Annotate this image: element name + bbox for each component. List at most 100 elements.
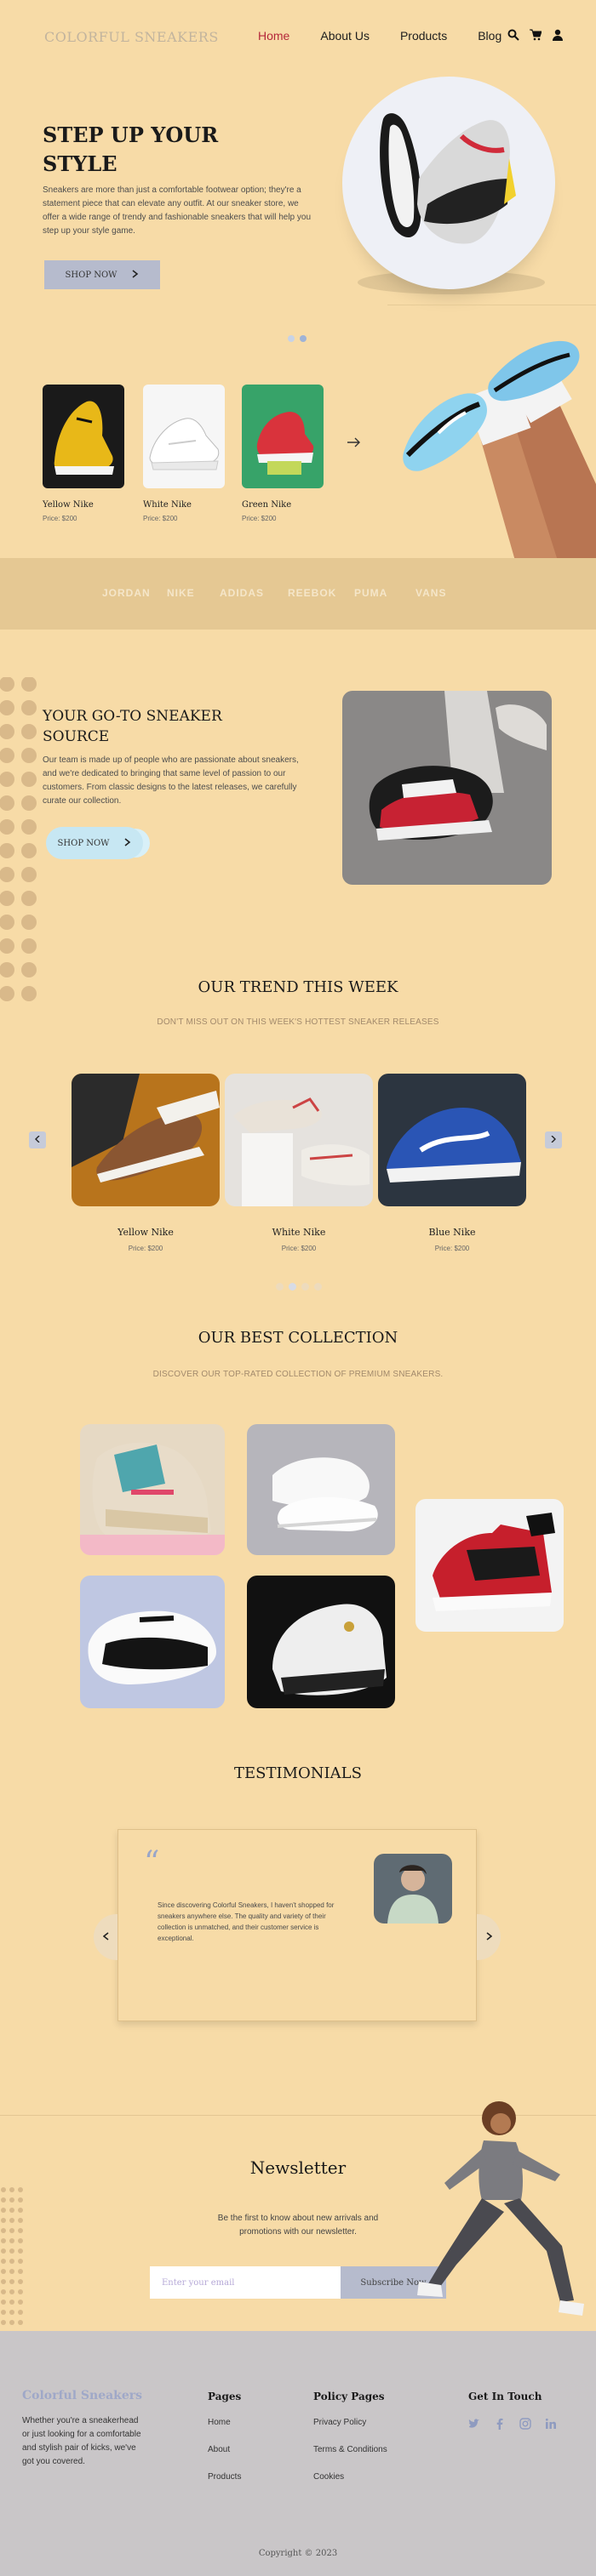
newsletter-text: Be the first to know about new arrivals … bbox=[217, 2214, 379, 2237]
trend-name: Blue Nike bbox=[428, 1227, 476, 1238]
footer-logo[interactable]: Colorful Sneakers bbox=[22, 2389, 142, 2402]
product-price: Price: $200 bbox=[43, 515, 77, 522]
hero-side-image bbox=[387, 305, 596, 561]
testimonial-avatar bbox=[374, 1854, 452, 1923]
hero-image bbox=[342, 77, 555, 289]
footer-link-about[interactable]: About bbox=[208, 2445, 230, 2454]
facebook-icon[interactable] bbox=[494, 2418, 506, 2430]
trend-card[interactable]: Blue Nike Price: $200 bbox=[378, 1074, 526, 1252]
footer-link-privacy[interactable]: Privacy Policy bbox=[313, 2418, 366, 2427]
email-field[interactable] bbox=[150, 2266, 341, 2299]
product-card[interactable]: Yellow Nike Price: $200 bbox=[43, 385, 124, 522]
chevron-right-icon bbox=[486, 1931, 492, 1943]
footer-link-products[interactable]: Products bbox=[208, 2472, 241, 2482]
carousel-dot[interactable] bbox=[276, 1283, 284, 1291]
arrow-right-icon[interactable] bbox=[347, 434, 361, 452]
trend-price: Price: $200 bbox=[281, 1245, 317, 1252]
product-image-yellow-nike bbox=[43, 385, 124, 488]
footer-policy-title: Policy Pages bbox=[313, 2391, 385, 2402]
decorative-dot-grid bbox=[0, 676, 48, 1022]
nav-about-us[interactable]: About Us bbox=[320, 29, 370, 43]
about-image bbox=[342, 691, 552, 885]
trend-name: White Nike bbox=[272, 1227, 326, 1238]
nav-home[interactable]: Home bbox=[258, 29, 289, 43]
product-price: Price: $200 bbox=[143, 515, 178, 522]
brand-logo: PUMA bbox=[354, 587, 388, 599]
search-icon[interactable] bbox=[507, 29, 519, 41]
brand-logo: ADIDAS bbox=[220, 587, 265, 599]
social-links bbox=[468, 2418, 557, 2430]
trend-image-blue-nike bbox=[378, 1074, 526, 1206]
product-card[interactable]: Green Nike Price: $200 bbox=[242, 385, 324, 522]
carousel-dot[interactable] bbox=[288, 335, 295, 342]
trend-name: Yellow Nike bbox=[117, 1227, 174, 1238]
product-price: Price: $200 bbox=[242, 515, 277, 522]
brand-logo: NIKE bbox=[167, 587, 195, 599]
hero-shop-now-button[interactable]: SHOP NOW bbox=[44, 260, 160, 289]
carousel-prev-button[interactable] bbox=[29, 1131, 46, 1148]
collection-image[interactable] bbox=[80, 1576, 225, 1708]
collection-image[interactable] bbox=[247, 1424, 395, 1555]
user-icon[interactable] bbox=[552, 29, 564, 41]
collection-image[interactable] bbox=[415, 1499, 564, 1632]
product-name: Green Nike bbox=[242, 500, 292, 510]
carousel-next-button[interactable] bbox=[545, 1131, 562, 1148]
collection-title: OUR BEST COLLECTION bbox=[198, 1329, 398, 1347]
trend-price: Price: $200 bbox=[128, 1245, 163, 1252]
footer-touch-title: Get In Touch bbox=[468, 2391, 542, 2402]
newsletter-model-image bbox=[393, 2089, 596, 2340]
linkedin-icon[interactable] bbox=[545, 2418, 557, 2430]
product-name: Yellow Nike bbox=[43, 500, 94, 510]
footer-description: Whether you're a sneakerhead or just loo… bbox=[22, 2416, 141, 2466]
testimonial-card: “ Since discovering Colorful Sneakers, I… bbox=[117, 1829, 477, 2021]
product-name: White Nike bbox=[143, 500, 192, 510]
chevron-left-icon bbox=[102, 1931, 109, 1943]
product-image-green-nike bbox=[242, 385, 324, 488]
twitter-icon[interactable] bbox=[468, 2418, 480, 2430]
instagram-icon[interactable] bbox=[519, 2418, 531, 2430]
trend-price: Price: $200 bbox=[434, 1245, 470, 1252]
carousel-dot-active[interactable] bbox=[300, 335, 307, 342]
cart-icon[interactable] bbox=[530, 29, 542, 41]
product-card[interactable]: White Nike Price: $200 bbox=[143, 385, 225, 522]
brand-logo: VANS bbox=[415, 587, 447, 599]
logo[interactable]: COLORFUL SNEAKERS bbox=[44, 29, 219, 45]
about-title: YOUR GO-TO SNEAKER SOURCE bbox=[43, 708, 222, 745]
about-shop-now-label: SHOP NOW bbox=[57, 838, 110, 848]
hero-carousel-dots bbox=[288, 335, 307, 342]
hero-shop-now-label: SHOP NOW bbox=[65, 270, 117, 280]
testimonials-title: TESTIMONIALS bbox=[234, 1764, 362, 1782]
trend-card[interactable]: Yellow Nike Price: $200 bbox=[72, 1074, 220, 1252]
trend-title: OUR TREND THIS WEEK bbox=[198, 978, 398, 996]
copyright: Copyright © 2023 bbox=[258, 2549, 338, 2558]
about-text: Our team is made up of people who are pa… bbox=[43, 755, 299, 806]
carousel-dot[interactable] bbox=[301, 1283, 309, 1291]
trend-card[interactable]: White Nike Price: $200 bbox=[225, 1074, 373, 1252]
product-image-white-nike bbox=[143, 385, 225, 488]
testimonial-prev-button[interactable] bbox=[94, 1914, 117, 1960]
main-nav: Home About Us Products Blog bbox=[258, 29, 532, 43]
hero-text: Sneakers are more than just a comfortabl… bbox=[43, 185, 312, 236]
carousel-dot-active[interactable] bbox=[289, 1283, 296, 1291]
header: COLORFUL SNEAKERS Home About Us Products… bbox=[0, 0, 596, 75]
chevron-right-icon bbox=[124, 837, 131, 849]
collection-image[interactable] bbox=[80, 1424, 225, 1555]
footer-link-terms[interactable]: Terms & Conditions bbox=[313, 2445, 387, 2454]
footer-link-home[interactable]: Home bbox=[208, 2418, 231, 2427]
footer-pages-title: Pages bbox=[208, 2391, 242, 2402]
nav-products[interactable]: Products bbox=[400, 29, 447, 43]
nav-blog[interactable]: Blog bbox=[478, 29, 501, 43]
testimonial-text: Since discovering Colorful Sneakers, I h… bbox=[158, 1901, 335, 1942]
testimonial-next-button[interactable] bbox=[477, 1914, 501, 1960]
trend-image-yellow-nike bbox=[72, 1074, 220, 1206]
chevron-right-icon bbox=[132, 269, 139, 281]
trend-image-white-nike bbox=[225, 1074, 373, 1206]
decorative-dot-grid bbox=[0, 2186, 26, 2335]
chevron-left-icon bbox=[35, 1135, 40, 1145]
quote-icon: “ bbox=[144, 1845, 160, 1880]
footer-link-cookies[interactable]: Cookies bbox=[313, 2472, 344, 2482]
collection-subtitle: DISCOVER OUR TOP-RATED COLLECTION OF PRE… bbox=[152, 1370, 444, 1379]
about-shop-now-button[interactable]: SHOP NOW bbox=[46, 827, 143, 859]
carousel-dot[interactable] bbox=[314, 1283, 322, 1291]
collection-image[interactable] bbox=[247, 1576, 395, 1708]
